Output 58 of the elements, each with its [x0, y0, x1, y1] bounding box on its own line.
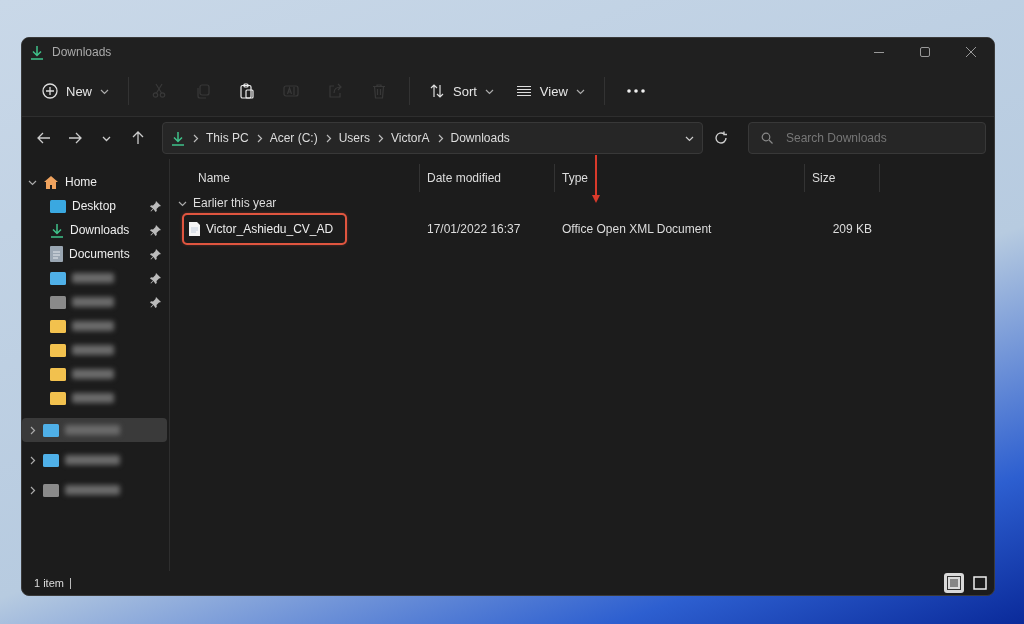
- pin-icon[interactable]: [150, 200, 161, 212]
- tiles-view-button[interactable]: [970, 573, 990, 593]
- pin-icon[interactable]: [150, 248, 161, 260]
- pin-icon[interactable]: [150, 272, 161, 284]
- search-icon: [761, 132, 773, 144]
- breadcrumb-segment[interactable]: VictorA: [391, 131, 430, 145]
- close-icon: [966, 47, 976, 57]
- document-icon: [50, 246, 63, 262]
- download-icon: [30, 44, 44, 60]
- list-icon: [947, 576, 961, 590]
- nav-item[interactable]: Downloads: [22, 218, 167, 242]
- file-name[interactable]: Victor_Ashiedu_CV_AD: [184, 215, 346, 243]
- size-cell-text: 209 KB: [831, 222, 873, 236]
- view-button[interactable]: View: [505, 74, 595, 108]
- details-view-button[interactable]: [944, 573, 964, 593]
- nav-item[interactable]: Documents: [22, 242, 167, 266]
- sort-button[interactable]: Sort: [419, 74, 504, 108]
- chevron-right-icon[interactable]: [376, 133, 386, 143]
- window-title: Downloads: [52, 45, 113, 59]
- nav-item[interactable]: Home: [22, 170, 167, 194]
- chevron-right-icon[interactable]: [28, 455, 37, 465]
- house-icon: [43, 174, 59, 190]
- chevron-right-icon[interactable]: [28, 425, 37, 435]
- chevron-right-icon[interactable]: [28, 485, 37, 495]
- date-cell-text: 17/01/2022 16:37: [426, 222, 522, 236]
- breadcrumb-segment[interactable]: Users: [338, 131, 371, 145]
- column-header[interactable]: Type: [555, 164, 805, 192]
- breadcrumb-segment[interactable]: Acer (C:): [269, 131, 318, 145]
- blurred-nav-item[interactable]: [22, 418, 167, 442]
- refresh-icon: [714, 131, 729, 145]
- download-icon: [171, 130, 185, 146]
- breadcrumb-segment[interactable]: This PC: [206, 131, 249, 145]
- square-icon: [973, 576, 987, 590]
- new-button[interactable]: New: [32, 74, 119, 108]
- group-header[interactable]: Earlier this year: [170, 192, 283, 214]
- arrow-right-icon: [68, 132, 83, 144]
- list-lines-icon: [515, 83, 532, 99]
- item-count: 1 item: [34, 577, 64, 589]
- breadcrumb-segment[interactable]: Downloads: [450, 131, 510, 145]
- minimize-icon: [874, 51, 884, 53]
- pin-icon[interactable]: [150, 296, 161, 308]
- nav-item[interactable]: Desktop: [22, 194, 167, 218]
- sort-icon: [429, 83, 445, 99]
- pin-icon[interactable]: [150, 224, 161, 236]
- column-header[interactable]: Size: [805, 164, 880, 192]
- maximize-icon: [920, 47, 930, 57]
- desktop-icon: [50, 199, 66, 213]
- download-icon: [50, 222, 64, 238]
- document-icon: [189, 222, 200, 236]
- column-header[interactable]: Date modified: [420, 164, 555, 192]
- type-cell-text: Office Open XML Document: [561, 222, 713, 236]
- arrow-left-icon: [36, 132, 51, 144]
- search-field[interactable]: Search Downloads: [748, 122, 986, 154]
- arrow-up-icon: [132, 131, 145, 145]
- address-bar[interactable]: This PC Acer (C:) Users VictorA Downloads: [162, 122, 704, 154]
- chevron-right-icon[interactable]: [191, 133, 200, 143]
- column-header[interactable]: Name: [170, 164, 420, 192]
- add-icon: [42, 83, 58, 99]
